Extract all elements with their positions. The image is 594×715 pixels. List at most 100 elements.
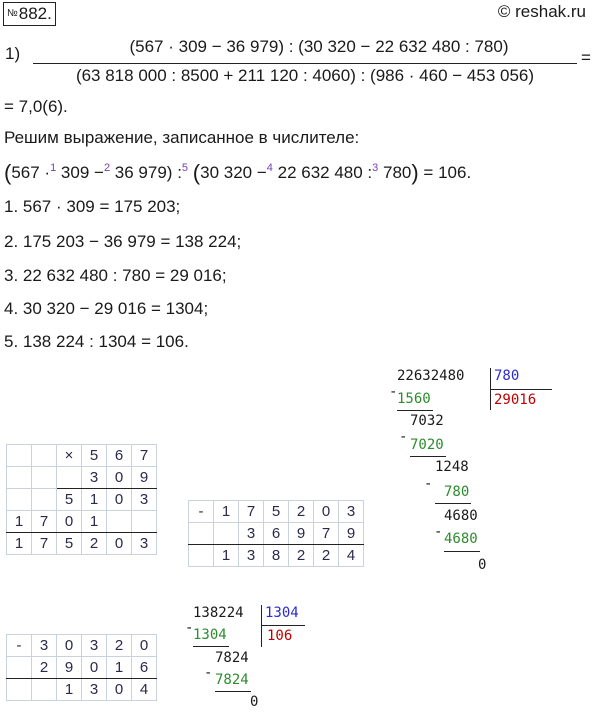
subtrahend-1: 1304 — [193, 627, 227, 643]
grid-row: 29016 — [6, 656, 157, 679]
grid-cell: 6 — [106, 444, 132, 467]
grid-cell: 8 — [263, 544, 289, 567]
grid-cell: 5 — [263, 500, 289, 523]
divisor: 1304 — [265, 605, 299, 621]
number-sign: № — [7, 8, 18, 19]
grid-cell: 1 — [81, 510, 107, 533]
grid-cell: 3 — [131, 532, 157, 555]
step-4: 4. 30 320 − 29 016 = 1304; — [4, 299, 209, 318]
grid-cell: 7 — [31, 532, 57, 555]
order-of-operations-line: (567 ·1 309 −2 36 979) :5 (30 320 −4 22 … — [4, 160, 472, 185]
intro-text: Решим выражение, записанное в числителе: — [4, 128, 360, 147]
subtrahend-4: 4680 — [444, 531, 478, 547]
main-fraction: 1) (567 · 309 − 36 979) : (30 320 − 22 6… — [5, 35, 593, 95]
grid-cell — [56, 466, 82, 489]
grid-cell: 9 — [288, 522, 314, 545]
grid-cell: 7 — [131, 444, 157, 467]
site-watermark: © reshak.ru — [497, 2, 586, 21]
grid-cell: 4 — [131, 678, 157, 701]
grid-cell: 4 — [338, 544, 364, 567]
grid-cell: 1 — [106, 656, 132, 679]
remainder-1: 7824 — [215, 650, 249, 666]
grid-cell — [31, 488, 57, 511]
grid-cell: 6 — [263, 522, 289, 545]
grid-row: 175203 — [6, 532, 157, 555]
remainder-1: 7032 — [410, 413, 444, 429]
problem-number-badge: №882. — [3, 2, 56, 26]
grid-cell: 2 — [288, 544, 314, 567]
quotient: 106 — [267, 628, 293, 644]
grid-cell: 1 — [6, 532, 32, 555]
grid-cell — [31, 678, 57, 701]
remainder-2: 1248 — [435, 459, 469, 475]
grid-cell: 2 — [81, 532, 107, 555]
step-3: 3. 22 632 480 : 780 = 29 016; — [4, 266, 227, 285]
grid-cell — [188, 544, 214, 567]
grid-row: 36979 — [188, 522, 364, 545]
grid-cell: 3 — [131, 488, 157, 511]
grid-row: 1701 — [6, 510, 157, 533]
grid-cell — [6, 466, 32, 489]
grid-cell: 0 — [106, 532, 132, 555]
grid-cell: 1 — [213, 544, 239, 567]
grid-cell: 1 — [56, 678, 82, 701]
grid-cell: - — [6, 634, 32, 657]
grid-row: -175203 — [188, 500, 364, 523]
grid-cell: 5 — [56, 532, 82, 555]
step-2: 2. 175 203 − 36 979 = 138 224; — [4, 232, 242, 251]
grid-cell — [131, 510, 157, 533]
grid-cell: 3 — [81, 678, 107, 701]
grid-cell: 0 — [131, 634, 157, 657]
grid-cell: 9 — [56, 656, 82, 679]
grid-cell: 1 — [213, 500, 239, 523]
grid-cell — [31, 466, 57, 489]
division-bar-horizontal — [490, 389, 552, 390]
dividend: 138224 — [193, 605, 244, 621]
fraction-bar — [33, 63, 577, 64]
grid-cell: 2 — [313, 544, 339, 567]
grid-cell: 3 — [31, 634, 57, 657]
grid-cell: 2 — [31, 656, 57, 679]
grid-cell: 0 — [81, 656, 107, 679]
grid-cell — [6, 678, 32, 701]
division-bar-horizontal — [261, 625, 305, 626]
grid-cell: 0 — [56, 510, 82, 533]
final-remainder: 0 — [478, 557, 487, 573]
grid-cell: 7 — [313, 522, 339, 545]
grid-cell — [106, 510, 132, 533]
grid-row: 5103 — [6, 488, 157, 511]
grid-row: 138224 — [188, 544, 364, 567]
grid-cell: - — [188, 500, 214, 523]
fraction-equals: = — [581, 48, 591, 67]
subtraction-grid-2: -30320 29016 1304 — [6, 634, 157, 701]
grid-cell: 2 — [288, 500, 314, 523]
item-label: 1) — [5, 44, 21, 63]
division-bar-vertical — [261, 605, 262, 647]
grid-cell: 3 — [81, 466, 107, 489]
grid-cell — [31, 444, 57, 467]
subtrahend-1: 1560 — [397, 391, 431, 407]
grid-cell: 1 — [81, 488, 107, 511]
grid-cell: 0 — [313, 500, 339, 523]
grid-cell — [6, 444, 32, 467]
grid-cell: 2 — [106, 634, 132, 657]
grid-cell: 0 — [56, 634, 82, 657]
fraction-denominator: (63 818 000 : 8500 + 211 120 : 4060) : (… — [75, 66, 535, 85]
grid-cell: 5 — [81, 444, 107, 467]
grid-cell: 9 — [131, 466, 157, 489]
step-1: 1. 567 · 309 = 175 203; — [4, 197, 181, 216]
grid-cell: 3 — [238, 522, 264, 545]
grid-row: × 5 6 7 — [6, 444, 157, 467]
final-remainder: 0 — [250, 694, 259, 710]
multiplication-grid: × 5 6 7 309 5103 1701 175203 — [6, 444, 157, 555]
divisor: 780 — [494, 368, 520, 384]
grid-cell: 0 — [106, 488, 132, 511]
grid-cell — [6, 656, 32, 679]
grid-cell: 6 — [131, 656, 157, 679]
grid-cell: × — [56, 444, 82, 467]
grid-cell — [213, 522, 239, 545]
subtrahend-2: 7020 — [410, 437, 444, 453]
grid-row: 1304 — [6, 678, 157, 701]
step-5: 5. 138 224 : 1304 = 106. — [4, 332, 189, 351]
subtrahend-3: 780 — [444, 484, 470, 500]
